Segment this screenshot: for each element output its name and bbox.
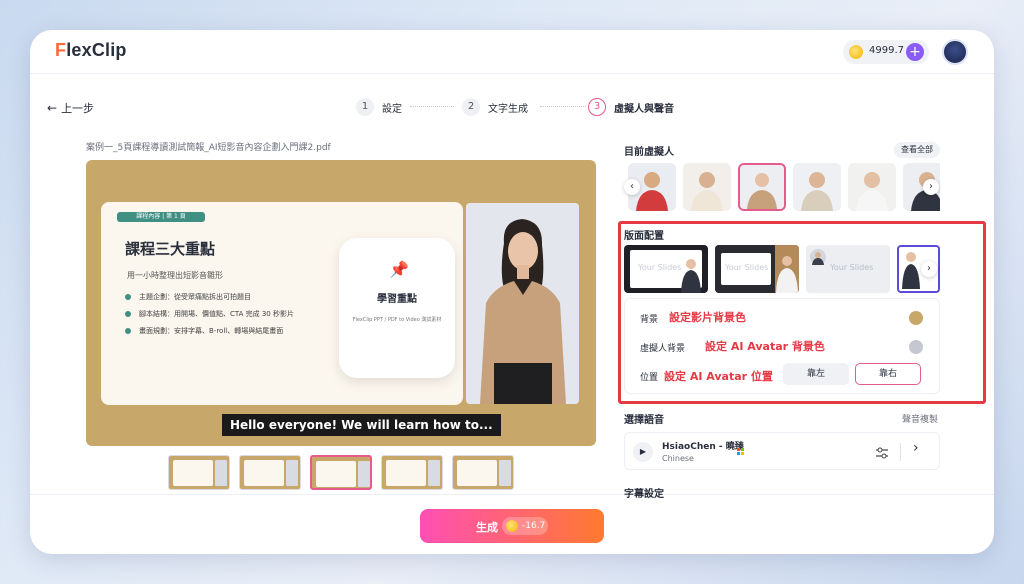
background-label: 背景 — [640, 315, 659, 325]
voice-clone-link[interactable]: 聲音複製 — [902, 412, 938, 425]
credits-badge[interactable]: 4999.7 + — [843, 40, 929, 64]
presenter-avatar — [466, 203, 579, 404]
generate-button[interactable]: 生成 -16.7 — [420, 509, 604, 543]
settings-sliders-icon[interactable] — [875, 445, 889, 459]
user-avatar[interactable] — [942, 39, 968, 65]
chevron-right-icon[interactable]: › — [913, 440, 919, 456]
slide-thumbnail[interactable] — [310, 455, 372, 490]
slide-thumbnail[interactable] — [452, 455, 514, 490]
avatar-carousel — [624, 163, 940, 211]
card-title: 學習重點 — [377, 294, 417, 305]
windows-icon — [737, 440, 744, 455]
card-note: FlexClip PPT / PDF to Video 測試素材 — [352, 317, 442, 323]
slide-thumbnail[interactable] — [239, 455, 301, 490]
back-button[interactable]: ← 上一步 — [47, 100, 94, 116]
coin-icon — [506, 520, 518, 532]
avatar-background-swatch[interactable] — [909, 340, 923, 354]
background-note: 設定影片背景色 — [669, 311, 746, 324]
carousel-next-button[interactable]: › — [923, 179, 939, 195]
voice-title: 選擇語音 — [624, 415, 664, 426]
voice-language: Chinese — [662, 454, 694, 463]
avatar-option[interactable] — [683, 163, 731, 211]
pushpin-icon: 📌 — [389, 260, 409, 279]
credits-value: 4999.7 — [869, 45, 904, 56]
video-preview: 課程內容 | 第 1 頁 課程三大重點 用一小時整理出短影音雛形 主題企劃：從受… — [86, 160, 596, 446]
slide-bullet: 腳本結構：用開場、價值點、CTA 完成 30 秒影片 — [125, 309, 294, 319]
avatar-background-label: 虛擬人背景 — [640, 344, 686, 354]
position-label: 位置 — [640, 373, 659, 383]
slide-tag: 課程內容 | 第 1 頁 — [117, 212, 205, 222]
layout-option[interactable]: Your Slides — [624, 245, 708, 293]
step-1[interactable]: 1 設定 — [356, 96, 402, 118]
position-left-button[interactable]: 靠左 — [783, 363, 849, 385]
position-right-button[interactable]: 靠右 — [855, 363, 921, 385]
back-arrow-icon: ← — [47, 101, 58, 115]
view-all-button[interactable]: 查看全部 — [894, 142, 940, 158]
layout-next-button[interactable]: › — [921, 261, 937, 277]
voice-name: HsiaoChen - 曉臻 — [662, 442, 744, 452]
slide-bullet: 主題企劃：從受眾痛點拆出可拍題目 — [125, 292, 251, 302]
layout-option[interactable]: Your Slides — [806, 245, 890, 293]
add-credits-button[interactable]: + — [906, 43, 924, 61]
generate-cost: -16.7 — [502, 517, 548, 535]
avatar-option[interactable] — [793, 163, 841, 211]
background-color-swatch[interactable] — [909, 311, 923, 325]
play-icon[interactable]: ▶ — [633, 442, 653, 462]
slide-canvas: 課程內容 | 第 1 頁 課程三大重點 用一小時整理出短影音雛形 主題企劃：從受… — [101, 202, 463, 405]
subtitle-settings-title: 字幕設定 — [624, 489, 664, 500]
avatar-option[interactable] — [848, 163, 896, 211]
footer-bar: 生成 -16.7 — [30, 494, 994, 554]
layout-title: 版面配置 — [624, 231, 664, 242]
slide-title: 課程三大重點 — [125, 240, 216, 258]
coin-icon — [849, 45, 863, 59]
step-2[interactable]: 2 文字生成 — [462, 96, 528, 118]
avatar-background-note: 設定 AI Avatar 背景色 — [705, 340, 825, 353]
app-window: FlexClip 4999.7 + ← 上一步 1 設定 2 文字生成 3 虛擬人與聲音… — [30, 30, 994, 554]
current-avatar-title: 目前虛擬人 — [624, 147, 674, 158]
voice-selector[interactable]: ▶ HsiaoChen - 曉臻 Chinese › — [624, 432, 940, 470]
step-3[interactable]: 3 虛擬人與聲音 — [588, 96, 674, 118]
layout-option[interactable]: Your Slides — [715, 245, 799, 293]
slide-thumbnail[interactable] — [168, 455, 230, 490]
slide-thumbnail[interactable] — [381, 455, 443, 490]
position-note: 設定 AI Avatar 位置 — [664, 370, 773, 383]
step-indicator: 1 設定 2 文字生成 3 虛擬人與聲音 — [356, 96, 716, 118]
flexclip-logo[interactable]: FlexClip — [55, 40, 127, 61]
slide-subtitle: 用一小時整理出短影音雛形 — [127, 271, 223, 280]
carousel-prev-button[interactable]: ‹ — [624, 179, 640, 195]
subtitle-caption: Hello everyone! We will learn how to... — [222, 414, 501, 436]
top-bar: FlexClip 4999.7 + — [30, 30, 994, 74]
slide-bullet: 畫面規劃：安排字幕、B-roll、轉場與結尾畫面 — [125, 326, 283, 336]
file-name: 案例一_5頁課程導讀測試簡報_AI短影音內容企劃入門課2.pdf — [86, 143, 331, 153]
slide-card: 📌 學習重點 FlexClip PPT / PDF to Video 測試素材 — [339, 238, 455, 378]
avatar-option-selected[interactable] — [738, 163, 786, 211]
